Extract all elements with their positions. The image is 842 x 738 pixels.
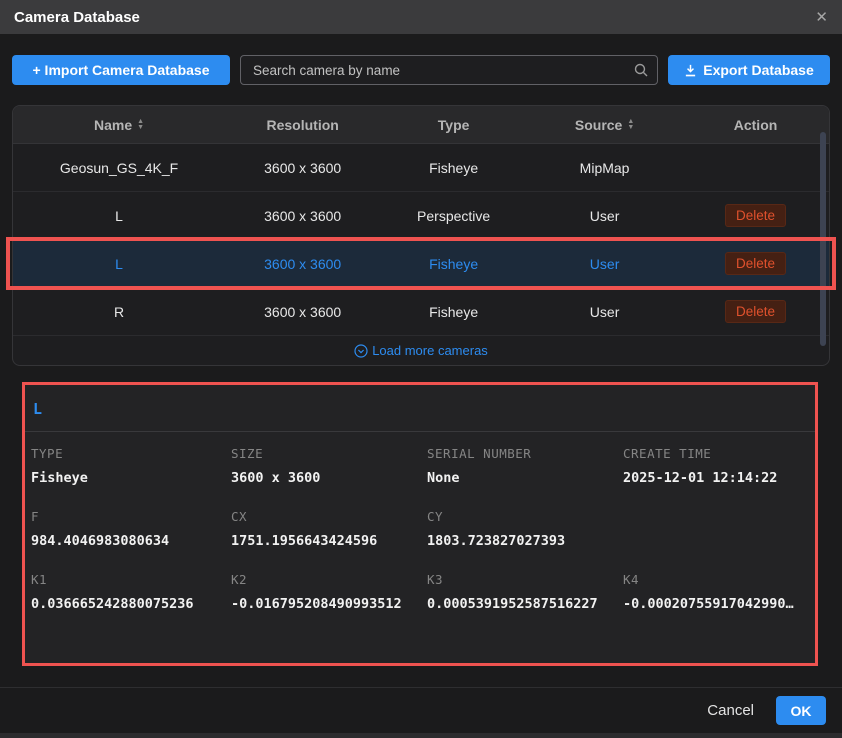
camera-name: L [13,208,225,224]
detail-field-size: SIZE 3600 x 3600 [231,446,427,486]
sort-icon[interactable]: ▲ ▼ [627,119,634,131]
table-row-selected[interactable]: L 3600 x 3600 Fisheye User Delete [13,240,829,288]
table-header: Name ▲ ▼ Resolution Type Source ▲ ▼ Acti… [13,106,829,144]
dialog-footer: Cancel OK [0,687,842,733]
camera-action: Delete [682,300,829,323]
camera-source: MipMap [527,160,682,176]
detail-field-k3: K3 0.0005391952587516227 [427,572,623,612]
chevron-down-circle-icon [354,344,368,358]
table-row[interactable]: R 3600 x 3600 Fisheye User Delete [13,288,829,336]
dialog-titlebar: Camera Database ✕ [0,0,842,34]
camera-name: R [13,304,225,320]
camera-type: Fisheye [380,304,527,320]
column-header-action: Action [682,117,829,133]
camera-source: User [527,208,682,224]
camera-name: Geosun_GS_4K_F [13,160,225,176]
detail-field-cx: CX 1751.1956643424596 [231,509,427,549]
load-more-label: Load more cameras [372,343,488,358]
detail-field-f: F 984.4046983080634 [31,509,231,549]
camera-source: User [527,304,682,320]
detail-field-k4: K4 -0.00020755917042990… [623,572,815,612]
camera-type: Perspective [380,208,527,224]
camera-name: L [13,256,225,272]
export-database-button[interactable]: Export Database [668,55,830,85]
camera-resolution: 3600 x 3600 [225,256,380,272]
camera-action: Delete [682,252,829,275]
import-camera-database-button[interactable]: + Import Camera Database [12,55,230,85]
detail-field-k2: K2 -0.016795208490993512 [231,572,427,612]
detail-field-serial-number: SERIAL NUMBER None [427,446,623,486]
load-more-cameras-link[interactable]: Load more cameras [13,336,829,365]
search-box [240,55,658,85]
camera-type: Fisheye [380,160,527,176]
toolbar: + Import Camera Database Export Database [12,55,830,85]
delete-button[interactable]: Delete [725,252,786,275]
table-scrollbar[interactable] [820,132,826,346]
column-header-source[interactable]: Source ▲ ▼ [527,117,682,133]
detail-field-create-time: CREATE TIME 2025-12-01 12:14:22 [623,446,815,486]
delete-button[interactable]: Delete [725,204,786,227]
camera-details-panel: L TYPE Fisheye SIZE 3600 x 3600 SERIAL N… [22,382,818,666]
cancel-button[interactable]: Cancel [707,702,754,719]
camera-resolution: 3600 x 3600 [225,208,380,224]
details-camera-name: L [25,385,815,432]
detail-field-type: TYPE Fisheye [31,446,231,486]
dialog-title: Camera Database [14,9,140,26]
detail-field-empty [623,509,815,549]
background-content-strip [0,733,842,738]
download-icon [684,64,697,77]
sort-icon[interactable]: ▲ ▼ [137,119,144,131]
table-row[interactable]: Geosun_GS_4K_F 3600 x 3600 Fisheye MipMa… [13,144,829,192]
column-header-type: Type [380,117,527,133]
camera-resolution: 3600 x 3600 [225,160,380,176]
details-grid: TYPE Fisheye SIZE 3600 x 3600 SERIAL NUM… [25,432,815,612]
detail-field-k1: K1 0.036665242880075236 [31,572,231,612]
camera-resolution: 3600 x 3600 [225,304,380,320]
ok-button[interactable]: OK [776,696,826,725]
close-icon[interactable]: ✕ [815,10,828,25]
camera-table: Name ▲ ▼ Resolution Type Source ▲ ▼ Acti… [12,105,830,366]
search-icon [633,62,649,78]
camera-type: Fisheye [380,256,527,272]
search-input[interactable] [240,55,658,85]
delete-button[interactable]: Delete [725,300,786,323]
column-header-resolution: Resolution [225,117,380,133]
camera-source: User [527,256,682,272]
detail-field-cy: CY 1803.723827027393 [427,509,623,549]
export-database-label: Export Database [703,62,813,78]
camera-action: Delete [682,204,829,227]
column-header-name[interactable]: Name ▲ ▼ [13,117,225,133]
table-row[interactable]: L 3600 x 3600 Perspective User Delete [13,192,829,240]
